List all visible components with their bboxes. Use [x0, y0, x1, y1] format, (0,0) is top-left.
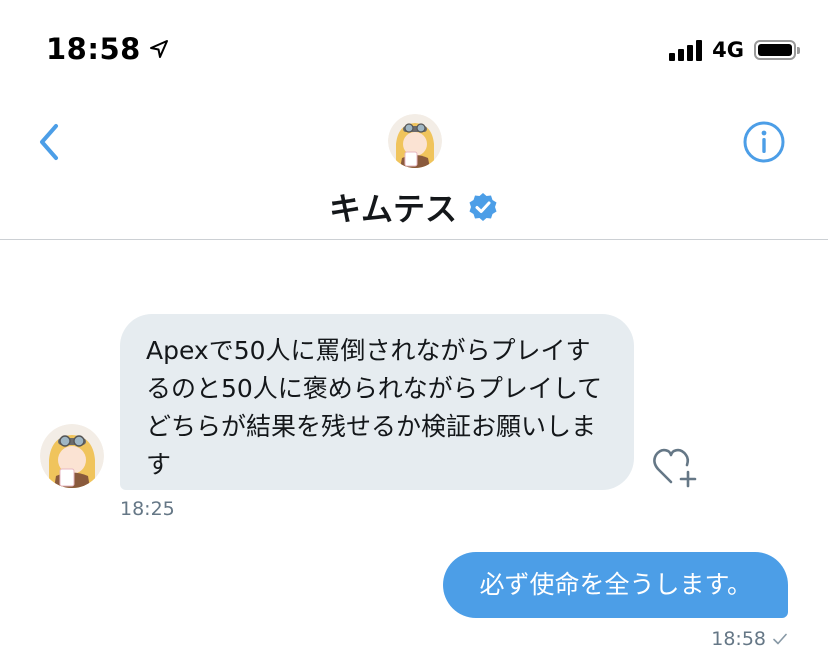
contact-name: キムテス	[328, 190, 457, 228]
verified-badge-icon	[469, 193, 497, 221]
sender-avatar[interactable]	[40, 424, 104, 488]
back-chevron-icon[interactable]	[34, 120, 64, 164]
received-message-text: Apexで50人に罵倒されながらプレイするのと50人に褒められながらプレイしてど…	[146, 336, 603, 479]
sent-message-meta: 18:58	[711, 628, 788, 650]
signal-bars-icon	[669, 39, 703, 61]
received-message-time: 18:25	[120, 498, 175, 520]
header-avatar[interactable]	[388, 114, 442, 168]
sent-message-bubble[interactable]: 必ず使命を全うします。	[443, 552, 788, 618]
location-arrow-icon	[149, 40, 168, 58]
status-time-text: 18:58	[46, 32, 141, 66]
info-icon[interactable]	[742, 120, 786, 164]
conversation-title[interactable]: キムテス	[0, 184, 828, 230]
sent-message-time: 18:58	[711, 628, 766, 650]
received-message-bubble[interactable]: Apexで50人に罵倒されながらプレイするのと50人に褒められながらプレイしてど…	[120, 314, 634, 490]
status-time: 18:58	[46, 32, 169, 66]
battery-icon	[754, 40, 800, 60]
status-indicators: 4G	[669, 38, 800, 62]
header-divider	[0, 239, 828, 240]
sent-check-icon	[773, 633, 787, 645]
sent-message-text: 必ず使命を全うします。	[479, 570, 752, 599]
heart-plus-icon[interactable]	[650, 444, 698, 490]
network-type: 4G	[712, 38, 744, 62]
